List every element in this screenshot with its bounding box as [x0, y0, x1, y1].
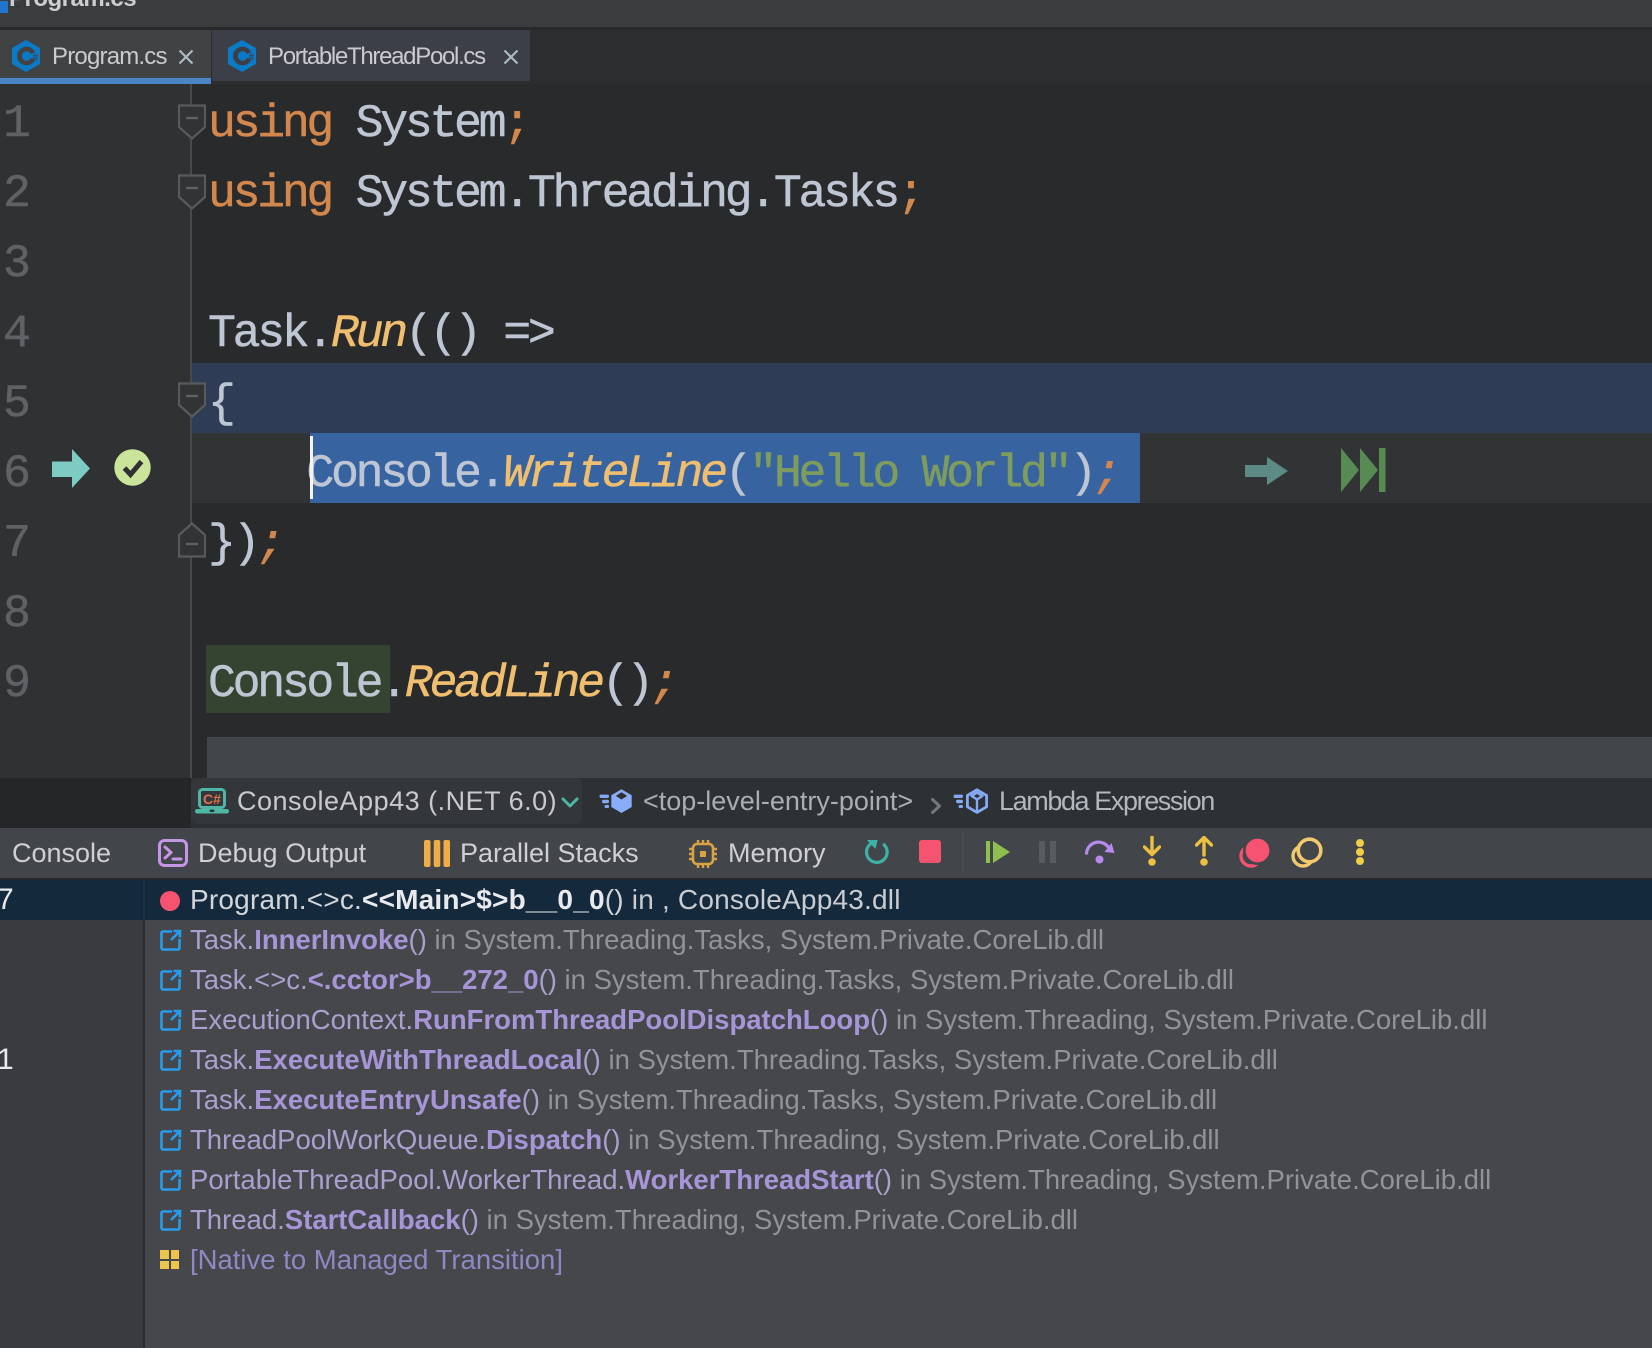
- svg-text:#: #: [249, 53, 255, 64]
- svg-text:C#: C#: [203, 791, 221, 807]
- svg-text:#: #: [33, 53, 39, 64]
